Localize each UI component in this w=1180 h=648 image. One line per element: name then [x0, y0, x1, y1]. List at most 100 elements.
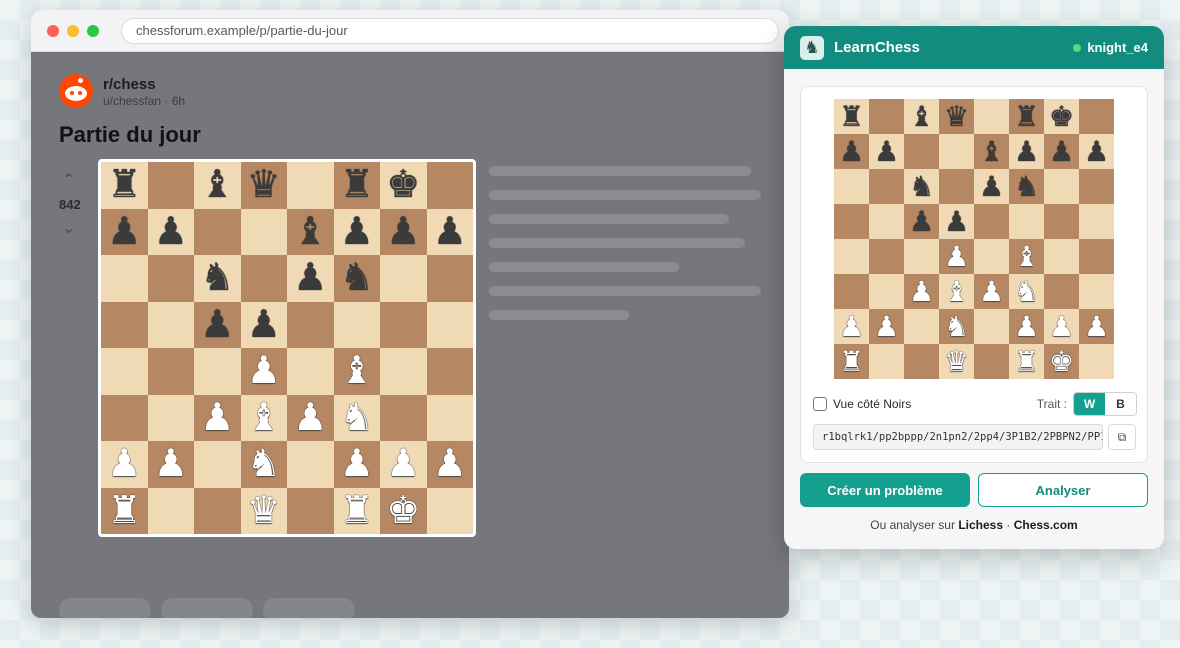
- board-square[interactable]: ♝: [904, 99, 939, 134]
- board-square[interactable]: [101, 255, 148, 302]
- board-square[interactable]: ♞: [939, 309, 974, 344]
- board-square[interactable]: [194, 487, 241, 534]
- board-square[interactable]: ♜: [1009, 99, 1044, 134]
- board-square[interactable]: [904, 134, 939, 169]
- board-square[interactable]: [1079, 239, 1114, 274]
- board-square[interactable]: ♞: [240, 441, 287, 488]
- post-author[interactable]: u/chessfan: [103, 94, 161, 108]
- board-square[interactable]: ♜: [333, 487, 380, 534]
- board-square[interactable]: ♜: [101, 162, 148, 209]
- board-square[interactable]: ♟: [426, 208, 473, 255]
- board-square[interactable]: [834, 274, 869, 309]
- board-square[interactable]: ♟: [939, 239, 974, 274]
- board-square[interactable]: ♟: [1044, 309, 1079, 344]
- board-square[interactable]: [287, 348, 334, 395]
- close-window-button[interactable]: [47, 24, 59, 37]
- board-square[interactable]: [380, 255, 427, 302]
- board-square[interactable]: ♟: [904, 274, 939, 309]
- board-square[interactable]: [1044, 169, 1079, 204]
- board-square[interactable]: [1044, 239, 1079, 274]
- board-square[interactable]: ♟: [194, 394, 241, 441]
- address-bar[interactable]: chessforum.example/p/partie-du-jour: [121, 17, 779, 44]
- analyze-button[interactable]: Analyser: [978, 473, 1148, 507]
- board-square[interactable]: [147, 162, 194, 209]
- board-square[interactable]: [426, 394, 473, 441]
- board-square[interactable]: ♞: [904, 169, 939, 204]
- board-square[interactable]: [147, 301, 194, 348]
- board-square[interactable]: [1009, 204, 1044, 239]
- board-square[interactable]: ♜: [834, 99, 869, 134]
- board-square[interactable]: [834, 169, 869, 204]
- board-square[interactable]: ♜: [834, 344, 869, 379]
- board-square[interactable]: [240, 255, 287, 302]
- board-square[interactable]: ♟: [333, 441, 380, 488]
- board-square[interactable]: [834, 204, 869, 239]
- turn-black-button[interactable]: B: [1105, 393, 1136, 415]
- board-square[interactable]: ♟: [147, 441, 194, 488]
- board-square[interactable]: [974, 99, 1009, 134]
- board-square[interactable]: [240, 208, 287, 255]
- board-square[interactable]: ♞: [1009, 169, 1044, 204]
- board-square[interactable]: ♟: [869, 134, 904, 169]
- board-square[interactable]: [194, 441, 241, 488]
- board-square[interactable]: ♟: [1079, 134, 1114, 169]
- board-square[interactable]: [101, 394, 148, 441]
- lichess-link[interactable]: Lichess: [958, 518, 1003, 532]
- fen-field[interactable]: r1bqlrk1/pp2bppp/2n1pn2/2pp4/3P1B2/2PBPN…: [813, 424, 1103, 450]
- board-square[interactable]: [869, 204, 904, 239]
- board-square[interactable]: ♟: [904, 204, 939, 239]
- minimize-window-button[interactable]: [67, 24, 79, 37]
- subreddit-name[interactable]: r/chess: [103, 76, 156, 93]
- board-square[interactable]: [869, 239, 904, 274]
- board-square[interactable]: [1079, 99, 1114, 134]
- board-square[interactable]: ♛: [939, 344, 974, 379]
- board-square[interactable]: [869, 99, 904, 134]
- board-square[interactable]: ♟: [1009, 309, 1044, 344]
- board-square[interactable]: ♜: [101, 487, 148, 534]
- flip-board-checkbox[interactable]: [813, 397, 827, 411]
- board-square[interactable]: [287, 441, 334, 488]
- board-square[interactable]: ♝: [194, 162, 241, 209]
- chesscom-link[interactable]: Chess.com: [1014, 518, 1078, 532]
- board-square[interactable]: ♝: [1009, 239, 1044, 274]
- board-square[interactable]: ♟: [287, 255, 334, 302]
- board-square[interactable]: [194, 348, 241, 395]
- board-square[interactable]: [426, 348, 473, 395]
- board-square[interactable]: ♞: [333, 255, 380, 302]
- board-square[interactable]: ♟: [426, 441, 473, 488]
- board-square[interactable]: ♛: [939, 99, 974, 134]
- board-square[interactable]: ♛: [240, 162, 287, 209]
- maximize-window-button[interactable]: [87, 24, 99, 37]
- subreddit-avatar[interactable]: [59, 74, 93, 108]
- board-square[interactable]: ♟: [1009, 134, 1044, 169]
- board-square[interactable]: [426, 255, 473, 302]
- board-square[interactable]: [333, 301, 380, 348]
- board-square[interactable]: ♞: [333, 394, 380, 441]
- board-square[interactable]: ♚: [380, 487, 427, 534]
- board-square[interactable]: ♟: [147, 208, 194, 255]
- board-square[interactable]: ♟: [1079, 309, 1114, 344]
- board-square[interactable]: [426, 487, 473, 534]
- board-square[interactable]: [1079, 169, 1114, 204]
- board-square[interactable]: ♟: [380, 441, 427, 488]
- board-square[interactable]: ♟: [974, 169, 1009, 204]
- board-square[interactable]: ♝: [240, 394, 287, 441]
- board-square[interactable]: [426, 301, 473, 348]
- create-puzzle-button[interactable]: Créer un problème: [800, 473, 970, 507]
- board-square[interactable]: ♟: [101, 208, 148, 255]
- board-square[interactable]: [287, 162, 334, 209]
- board-square[interactable]: ♝: [939, 274, 974, 309]
- board-square[interactable]: ♟: [240, 348, 287, 395]
- copy-fen-button[interactable]: ⧉: [1108, 424, 1136, 450]
- board-square[interactable]: [869, 169, 904, 204]
- board-square[interactable]: ♚: [1044, 99, 1079, 134]
- board-square[interactable]: ♝: [287, 208, 334, 255]
- board-square[interactable]: [1079, 274, 1114, 309]
- board-square[interactable]: ♝: [974, 134, 1009, 169]
- board-square[interactable]: [287, 487, 334, 534]
- board-square[interactable]: ♟: [834, 134, 869, 169]
- board-square[interactable]: ♚: [380, 162, 427, 209]
- board-square[interactable]: [147, 348, 194, 395]
- board-square[interactable]: [974, 204, 1009, 239]
- board-square[interactable]: [1044, 204, 1079, 239]
